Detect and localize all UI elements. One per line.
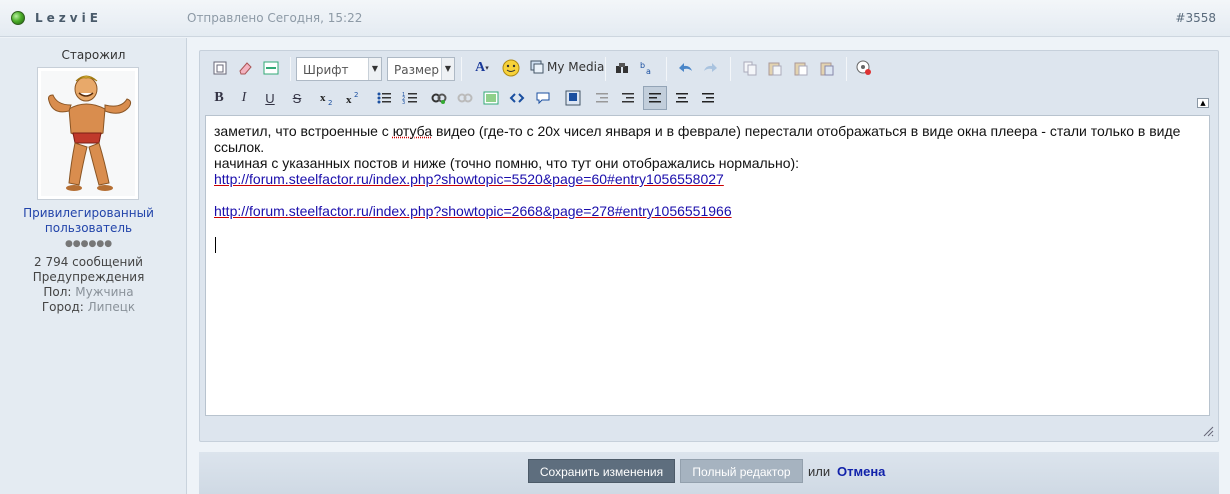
image-icon[interactable] bbox=[481, 88, 501, 108]
underline-icon[interactable]: U bbox=[260, 88, 280, 108]
toolbar-separator bbox=[666, 57, 667, 81]
spellcheck-icon[interactable] bbox=[612, 58, 632, 78]
smiley-icon[interactable] bbox=[501, 58, 521, 78]
link-icon[interactable] bbox=[429, 88, 449, 108]
svg-text:a: a bbox=[646, 67, 651, 76]
post-link-1[interactable]: http://forum.steelfactor.ru/index.php?sh… bbox=[214, 171, 724, 187]
post-number-link[interactable]: #3558 bbox=[1175, 11, 1216, 25]
my-media-button[interactable]: My Media bbox=[530, 57, 604, 77]
warnings-link[interactable]: Предупреждения bbox=[0, 270, 177, 284]
code-icon[interactable] bbox=[507, 88, 527, 108]
bullet-list-icon[interactable] bbox=[374, 88, 394, 108]
cancel-link[interactable]: Отмена bbox=[837, 464, 885, 479]
text-span-youtube: ютуба bbox=[392, 123, 433, 139]
toolbar-separator bbox=[290, 57, 291, 81]
bold-icon[interactable]: B bbox=[209, 88, 229, 108]
editor-toolbar-bottom: B I U S x2 x2 123 bbox=[200, 85, 1218, 113]
editor-footer: Сохранить изменения Полный редактор или … bbox=[199, 452, 1219, 494]
resize-handle-icon[interactable] bbox=[1202, 425, 1214, 437]
my-media-icon bbox=[530, 60, 544, 74]
member-group-line1: Привилегированный bbox=[23, 206, 154, 220]
post-text-line1: заметил, что встроенные с ютуба видео (г… bbox=[214, 123, 1201, 155]
toolbar-separator bbox=[730, 57, 731, 81]
avatar-image bbox=[41, 71, 135, 196]
full-editor-button[interactable]: Полный редактор bbox=[680, 459, 803, 483]
eraser-icon[interactable] bbox=[235, 58, 255, 78]
text-cursor bbox=[215, 237, 216, 253]
post-text-line2: начиная с указанных постов и ниже (точно… bbox=[214, 155, 800, 171]
numbered-list-icon[interactable]: 123 bbox=[400, 88, 420, 108]
post-count: 2 794 сообщений bbox=[34, 255, 143, 269]
size-select[interactable]: Размер ▼ bbox=[387, 57, 455, 81]
rank-pips: ●●●●●● bbox=[64, 239, 113, 249]
svg-text:x: x bbox=[346, 94, 352, 106]
author-sidebar: Старожил Привилегированный пользователь … bbox=[0, 38, 187, 494]
paste-text-icon[interactable] bbox=[791, 58, 811, 78]
text-span: заметил, что встроенные с bbox=[214, 123, 393, 139]
settings-icon[interactable] bbox=[854, 58, 874, 78]
member-group-line2: пользователь bbox=[44, 221, 133, 235]
copy-icon[interactable] bbox=[740, 58, 760, 78]
city-row: Город: Липецк bbox=[0, 300, 177, 314]
align-center-icon[interactable] bbox=[672, 88, 692, 108]
insert-hr-icon[interactable] bbox=[261, 58, 281, 78]
font-select[interactable]: Шрифт ▼ bbox=[296, 57, 382, 81]
superscript-icon[interactable]: x2 bbox=[343, 88, 363, 108]
paste-word-icon[interactable] bbox=[817, 58, 837, 78]
svg-text:3: 3 bbox=[402, 100, 405, 106]
online-status-icon bbox=[11, 11, 25, 25]
author-name[interactable]: LezviE bbox=[35, 11, 102, 25]
subscript-icon[interactable]: x2 bbox=[317, 88, 337, 108]
toolbar-separator bbox=[846, 57, 847, 81]
toolbar-separator bbox=[461, 57, 462, 81]
avatar[interactable] bbox=[37, 67, 139, 200]
gender-value: Мужчина bbox=[75, 285, 134, 299]
font-color-icon[interactable]: A ▾ bbox=[470, 58, 494, 78]
font-select-label: Шрифт bbox=[303, 63, 349, 77]
chevron-down-icon: ▼ bbox=[441, 58, 454, 80]
svg-text:2: 2 bbox=[354, 91, 358, 99]
post-header: LezviE Отправлено Сегодня, 15:22 #3558 bbox=[0, 0, 1230, 37]
chevron-down-icon: ▼ bbox=[368, 58, 381, 80]
or-text: или bbox=[808, 464, 831, 479]
align-left-icon[interactable] bbox=[643, 86, 667, 110]
size-select-label: Размер bbox=[394, 63, 440, 77]
svg-text:b: b bbox=[640, 61, 645, 70]
strikethrough-icon[interactable]: S bbox=[287, 88, 307, 108]
redo-icon[interactable] bbox=[700, 58, 720, 78]
toolbar-separator bbox=[605, 57, 606, 81]
post-date: Отправлено Сегодня, 15:22 bbox=[187, 11, 363, 25]
media-icon[interactable] bbox=[563, 88, 583, 108]
paste-icon[interactable] bbox=[765, 58, 785, 78]
collapse-toolbar-icon[interactable]: ▲ bbox=[1197, 98, 1209, 108]
rich-text-editor: Шрифт ▼ Размер ▼ A ▾ My Media ba B I U S… bbox=[199, 50, 1219, 442]
member-group: Привилегированный пользователь bbox=[0, 206, 177, 236]
editor-toolbar-top: Шрифт ▼ Размер ▼ A ▾ My Media ba bbox=[200, 51, 1218, 85]
indent-increase-icon[interactable] bbox=[618, 88, 638, 108]
gender-row: Пол: Мужчина bbox=[0, 285, 177, 299]
gender-label: Пол: bbox=[43, 285, 72, 299]
quote-icon[interactable] bbox=[533, 88, 553, 108]
cartoon-bodybuilder-icon bbox=[48, 75, 132, 191]
editor-content[interactable]: заметил, что встроенные с ютуба видео (г… bbox=[205, 115, 1210, 416]
unlink-icon[interactable] bbox=[455, 88, 475, 108]
source-icon[interactable] bbox=[210, 58, 230, 78]
italic-icon[interactable]: I bbox=[234, 88, 254, 108]
special-chars-icon[interactable]: ba bbox=[637, 58, 657, 78]
city-value: Липецк bbox=[87, 300, 136, 314]
rank-title: Старожил bbox=[61, 48, 126, 62]
indent-decrease-icon[interactable] bbox=[592, 88, 612, 108]
align-right-icon[interactable] bbox=[698, 88, 718, 108]
undo-icon[interactable] bbox=[676, 58, 696, 78]
city-label: Город: bbox=[41, 300, 84, 314]
svg-text:2: 2 bbox=[328, 99, 332, 106]
post-link-2[interactable]: http://forum.steelfactor.ru/index.php?sh… bbox=[214, 203, 732, 219]
save-changes-button[interactable]: Сохранить изменения bbox=[528, 459, 675, 483]
svg-text:x: x bbox=[320, 92, 326, 104]
my-media-label: My Media bbox=[547, 60, 605, 74]
